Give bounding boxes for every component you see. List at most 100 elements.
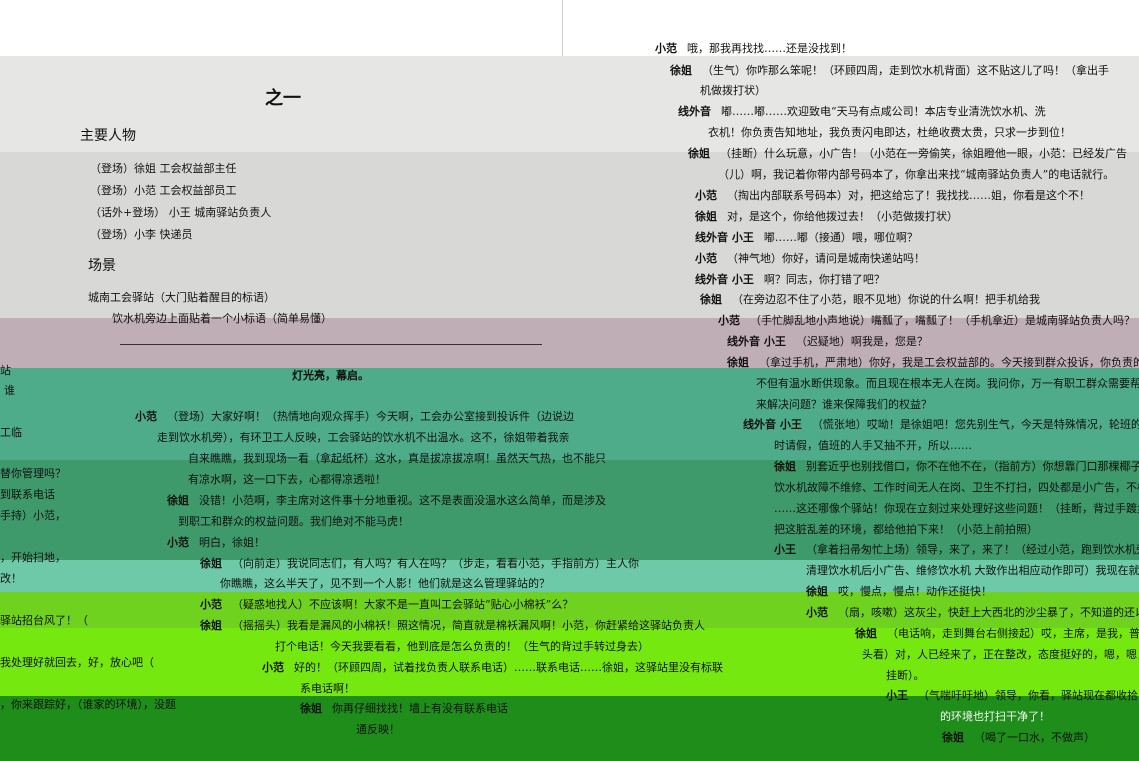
dialogue-line: 徐姐 （拿过手机，严肃地）你好，我是工会权益部的。今天接到群众投诉，你负责的驿 bbox=[727, 356, 1139, 370]
edge-fragment: 到联系电话 bbox=[0, 488, 55, 501]
dialogue-line: （儿）啊，我记着你带内部号码本了，你拿出来找“城南驿站负责人”的电话就行。 bbox=[718, 168, 1114, 182]
band-white bbox=[0, 0, 1139, 56]
line-text: （掏出内部联系号码本）对，把这给忘了！我找找……姐，你看是这个不！ bbox=[727, 189, 1090, 202]
dialogue-line: 小范 （掏出内部联系号码本）对，把这给忘了！我找找……姐，你看是这个不！ bbox=[695, 189, 1090, 203]
character-line: （登场）徐姐 工会权益部主任 bbox=[90, 162, 237, 175]
dialogue-line: 徐姐 （在旁边忍不住了小范，眼不见地）你说的什么啊！把手机给我 bbox=[700, 293, 1040, 307]
scene-line: 饮水机旁边上面贴着一个小标语（简单易懂） bbox=[112, 312, 332, 325]
speaker-name: 小范 bbox=[262, 661, 284, 674]
dialogue-line: 小范 （疑惑地找人）不应该啊！大家不是一直叫工会驿站“贴心小棉袄”么？ bbox=[200, 598, 573, 612]
line-text: 没错！小范啊，李主席对这件事十分地重视。这不是表面没温水这么简单，而是涉及 bbox=[199, 494, 606, 507]
dialogue-line: 时请假，值班的人手又抽不开，所以…… bbox=[774, 439, 972, 453]
dialogue-line: 头看）对，人已经来了，正在整改，态度挺好的，嗯，嗯， bbox=[862, 648, 1139, 662]
dialogue-line: 小范 哦，那我再找找……还是没找到！ bbox=[655, 42, 852, 56]
line-text: 来解决问题？谁来保障我们的权益？ bbox=[756, 398, 932, 411]
dialogue-line: 线外音 小王 嘟……嘟（接通）喂，哪位啊？ bbox=[695, 231, 918, 245]
speaker-name: 小王 bbox=[886, 689, 908, 702]
line-text: （慌张地）哎呦！是徐姐吧！您先别生气，今天是特殊情况，轮班的员 bbox=[811, 418, 1139, 431]
character-line: （登场）小范 工会权益部员工 bbox=[90, 184, 237, 197]
speaker-name: 徐姐 bbox=[774, 460, 796, 473]
speaker-name: 线外音 bbox=[678, 105, 711, 118]
line-text: 啊？同志，你打错了吧？ bbox=[763, 273, 885, 286]
speaker-name: 徐姐 bbox=[300, 702, 322, 715]
speaker-name: 徐姐 bbox=[700, 293, 722, 306]
line-text: 清理饮水机后小广告、维修饮水机 大致作出相应动作即可）我现在就整 bbox=[806, 564, 1139, 577]
dialogue-line: 饮水机故障不维修、工作时间无人在岗、卫生不打扫，四处都是小广告，不标 bbox=[774, 481, 1139, 495]
speaker-name: 线外音 小王 bbox=[695, 273, 754, 286]
speaker-name: 小范 bbox=[806, 606, 828, 619]
page-divider bbox=[562, 0, 563, 56]
edge-fragment: ，开始扫地， bbox=[0, 551, 66, 564]
dialogue-line: 徐姐 （摇摇头）我看是漏风的小棉袄！照这情况，简直就是棉袄漏风啊！小范，你赶紧给这… bbox=[200, 619, 705, 633]
dialogue-line: 线外音 嘟……嘟……欢迎致电“天马有点咸公司！本店专业清洗饮水机、洗 bbox=[678, 105, 1046, 119]
dialogue-line: 小范 （手忙脚乱地小声地说）嘴瓢了，嘴瓢了！（手机拿近）是城南驿站负责人吗？ bbox=[718, 314, 1135, 328]
line-text: 打个电话！今天我要看看，他到底是怎么负责的！（生气的背过手转过身去） bbox=[275, 640, 649, 653]
speaker-name: 小范 bbox=[167, 536, 189, 549]
speaker-name: 徐姐 bbox=[200, 619, 222, 632]
dialogue-line: ……这还哪像个驿站！你现在立刻过来处理好这些问题！（挂断，背过手踱步 bbox=[774, 502, 1139, 516]
line-text: （登场）大家好啊！（热情地向观众挥手）今天啊，工会办公室接到投诉件（边说边 bbox=[167, 410, 574, 423]
line-text: （摇摇头）我看是漏风的小棉袄！照这情况，简直就是棉袄漏风啊！小范，你赶紧给这驿站… bbox=[232, 619, 705, 632]
dialogue-line: 小范 明白，徐姐！ bbox=[167, 536, 265, 550]
dialogue-line: 把这脏乱差的环境，都给他拍下来！（小范上前拍照） bbox=[774, 523, 1038, 537]
characters-heading: 主要人物 bbox=[80, 128, 136, 144]
edge-fragment: 谁 bbox=[4, 384, 15, 397]
line-text: 衣机！你负责告知地址，我负责闪电即达，杜绝收费太贵，只求一步到位！ bbox=[708, 126, 1071, 139]
character-line: （话外+登场） 小王 城南驿站负责人 bbox=[90, 206, 272, 219]
speaker-name: 小范 bbox=[695, 252, 717, 265]
dialogue-line: 线外音 小王 啊？同志，你打错了吧？ bbox=[695, 273, 885, 287]
speaker-name: 小范 bbox=[655, 42, 677, 55]
edge-fragment: 驿站招台风了！（ bbox=[0, 614, 88, 627]
speaker-name: 线外音 小王 bbox=[727, 335, 786, 348]
line-text: （拿着扫帚匆忙上场）领导，来了，来了！（经过小范，跑到饮水机旁 bbox=[806, 543, 1139, 556]
line-text: （儿）啊，我记着你带内部号码本了，你拿出来找“城南驿站负责人”的电话就行。 bbox=[718, 168, 1115, 181]
dialogue-line: 你瞧瞧，这么半天了，见不到一个人影！他们就是这么管理驿站的？ bbox=[220, 577, 550, 591]
dialogue-line: 徐姐 （电话响，走到舞台右侧接起）哎，主席，是我，普法 bbox=[855, 627, 1139, 641]
dialogue-line: 挂断）。 bbox=[886, 669, 925, 683]
edge-fragment: 站 bbox=[0, 364, 11, 377]
dialogue-line: 清理饮水机后小广告、维修饮水机 大致作出相应动作即可）我现在就整 bbox=[806, 564, 1139, 578]
line-text: 你瞧瞧，这么半天了，见不到一个人影！他们就是这么管理驿站的？ bbox=[220, 577, 550, 590]
edge-fragment: 改！ bbox=[0, 572, 22, 585]
dialogue-line: 线外音 小王 （慌张地）哎呦！是徐姐吧！您先别生气，今天是特殊情况，轮班的员 bbox=[743, 418, 1139, 432]
speaker-name: 线外音 小王 bbox=[743, 418, 802, 431]
line-text: （气喘吁吁地）领导，你看，驿站现在都收拾 bbox=[918, 689, 1138, 702]
line-text: 哦，那我再找找……还是没找到！ bbox=[687, 42, 852, 55]
line-text: 系电话啊！ bbox=[300, 682, 355, 695]
line-text: 不但有温水断供现象。而且现在根本无人在岗。我问你，万一有职工群众需要帮助 bbox=[756, 377, 1139, 390]
line-text: 你再仔细找找！墙上有没有联系电话 bbox=[332, 702, 508, 715]
edge-fragment: 替你管理吗？ bbox=[0, 467, 66, 480]
line-text: 明白，徐姐！ bbox=[199, 536, 265, 549]
line-text: 走到饮水机旁），有环卫工人反映，工会驿站的饮水机不出温水。这不，徐姐带着我亲 bbox=[157, 431, 570, 444]
line-text: 挂断）。 bbox=[886, 669, 925, 682]
speaker-name: 徐姐 bbox=[167, 494, 189, 507]
edge-fragment: 工临 bbox=[0, 426, 22, 439]
dialogue-line: 自来瞧瞧，我到现场一看（拿起纸杯）这水，真是拔凉拔凉啊！虽然天气热，也不能只 bbox=[188, 452, 606, 466]
dialogue-line: 徐姐 （向前走）我说同志们，有人吗？有人在吗？（步走，看看小范，手指前方）主人你 bbox=[200, 557, 639, 571]
line-text: 别套近乎也别找借口，你不在他不在，（指前方）你想靠门口那棵椰子树 bbox=[806, 460, 1139, 473]
speaker-name: 小范 bbox=[718, 314, 740, 327]
dialogue-line: 的环境也打扫干净了！ bbox=[940, 710, 1050, 724]
line-text: ……这还哪像个驿站！你现在立刻过来处理好这些问题！（挂断，背过手踱步 bbox=[774, 502, 1139, 515]
line-text: 嘟……嘟……欢迎致电“天马有点咸公司！本店专业清洗饮水机、洗 bbox=[721, 105, 1046, 118]
dialogue-line: 衣机！你负责告知地址，我负责闪电即达，杜绝收费太贵，只求一步到位！ bbox=[708, 126, 1071, 140]
line-text: 饮水机故障不维修、工作时间无人在岗、卫生不打扫，四处都是小广告，不标 bbox=[774, 481, 1139, 494]
stage-direction: 灯光亮，幕启。 bbox=[292, 369, 369, 382]
scene-divider bbox=[120, 344, 542, 345]
line-text: （迟疑地）啊我是，您是？ bbox=[795, 335, 928, 348]
dialogue-line: 小范 （神气地）你好，请问是城南快递站吗！ bbox=[695, 252, 925, 266]
line-text: （在旁边忍不住了小范，眼不见地）你说的什么啊！把手机给我 bbox=[732, 293, 1040, 306]
line-text: （喝了一口水，不做声） bbox=[974, 731, 1095, 744]
line-text: 到职工和群众的权益问题。我们绝对不能马虎！ bbox=[178, 515, 409, 528]
dialogue-line: 徐姐 哎，慢点，慢点！动作还挺快！ bbox=[806, 585, 992, 599]
speaker-name: 小王 bbox=[774, 543, 796, 556]
dialogue-line: 徐姐 （生气）你咋那么笨呢！（环顾四周，走到饮水机背面）这不贴这儿了吗！（拿出手 bbox=[670, 64, 1109, 78]
dialogue-line: 徐姐 对，是这个，你给他拨过去！（小范做拨打状） bbox=[695, 210, 958, 224]
speaker-name: 徐姐 bbox=[942, 731, 964, 744]
dialogue-line: 到职工和群众的权益问题。我们绝对不能马虎！ bbox=[178, 515, 409, 529]
line-text: 对，是这个，你给他拨过去！（小范做拨打状） bbox=[727, 210, 958, 223]
scene-line: 城南工会驿站（大门贴着醒目的标语） bbox=[88, 291, 275, 304]
line-text: 把这脏乱差的环境，都给他拍下来！（小范上前拍照） bbox=[774, 523, 1038, 536]
edge-fragment: 我处理好就回去，好，放心吧（ bbox=[0, 656, 154, 669]
line-text: （神气地）你好，请问是城南快递站吗！ bbox=[727, 252, 925, 265]
